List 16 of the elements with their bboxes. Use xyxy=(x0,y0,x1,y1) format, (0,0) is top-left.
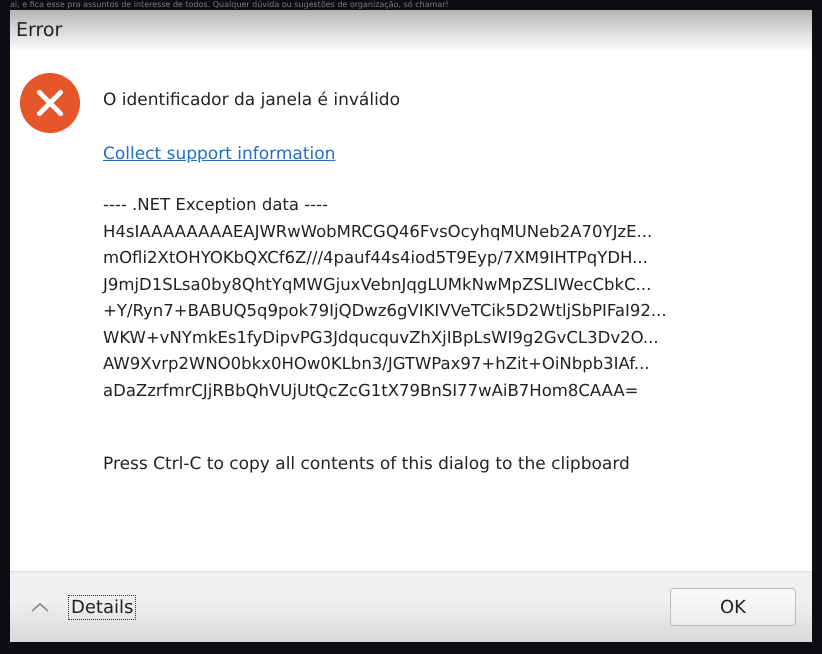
background-text: al, e fica esse pra assuntos de interesse de todos. Qualquer dúvida ou sugestões de organização, só chamar! xyxy=(9,0,450,10)
exception-data-line: ---- .NET Exception data ---- xyxy=(103,194,330,216)
exception-data-line: +Y/Ryn7+BABUQ5q9pok79IjQDwz6gVIKIVVeTCik5D2WtljSbPIFaI92... xyxy=(103,300,667,322)
window-title: Error xyxy=(16,19,62,41)
copy-hint: Press Ctrl-C to copy all contents of this dialog to the clipboard xyxy=(103,454,631,474)
exception-data-line: AW9Xvrp2WNO0bkx0HOw0KLbn3/JGTWPax97+hZit+OiNbpb3IAf... xyxy=(103,353,651,375)
ok-button[interactable]: OK xyxy=(670,588,796,626)
exception-data-line: H4sIAAAAAAAAEAJWRwWobMRCGQ46FvsOcyhqMUNeb2A70YJzE... xyxy=(103,220,654,242)
support-link[interactable]: Collect support information xyxy=(103,144,336,164)
exception-data-line: WKW+vNYmkEs1fyDipvPG3JdqucquvZhXjIBpLsWI9g2GvCL3Dv2O... xyxy=(103,326,660,348)
exception-data-line: J9mjD1SLsa0by8QhtYqMWGjuxVebnJqgLUMkNwMpZSLIWecCbkC... xyxy=(103,274,652,296)
error-message: O identificador da janela é inválido xyxy=(103,90,401,110)
details-button[interactable]: Details xyxy=(68,594,136,620)
error-icon xyxy=(19,72,81,134)
exception-data-line: aDaZzrfmrCJjRBbQhVUjUtQcZcG1tX79BnSI77wAiB7Hom8CAAA= xyxy=(103,380,640,402)
exception-data-line: mOfli2XtOHYOKbQXCf6Z///4pauf44s4iod5T9Eyp/7XM9IHTPqYDH... xyxy=(103,247,649,269)
